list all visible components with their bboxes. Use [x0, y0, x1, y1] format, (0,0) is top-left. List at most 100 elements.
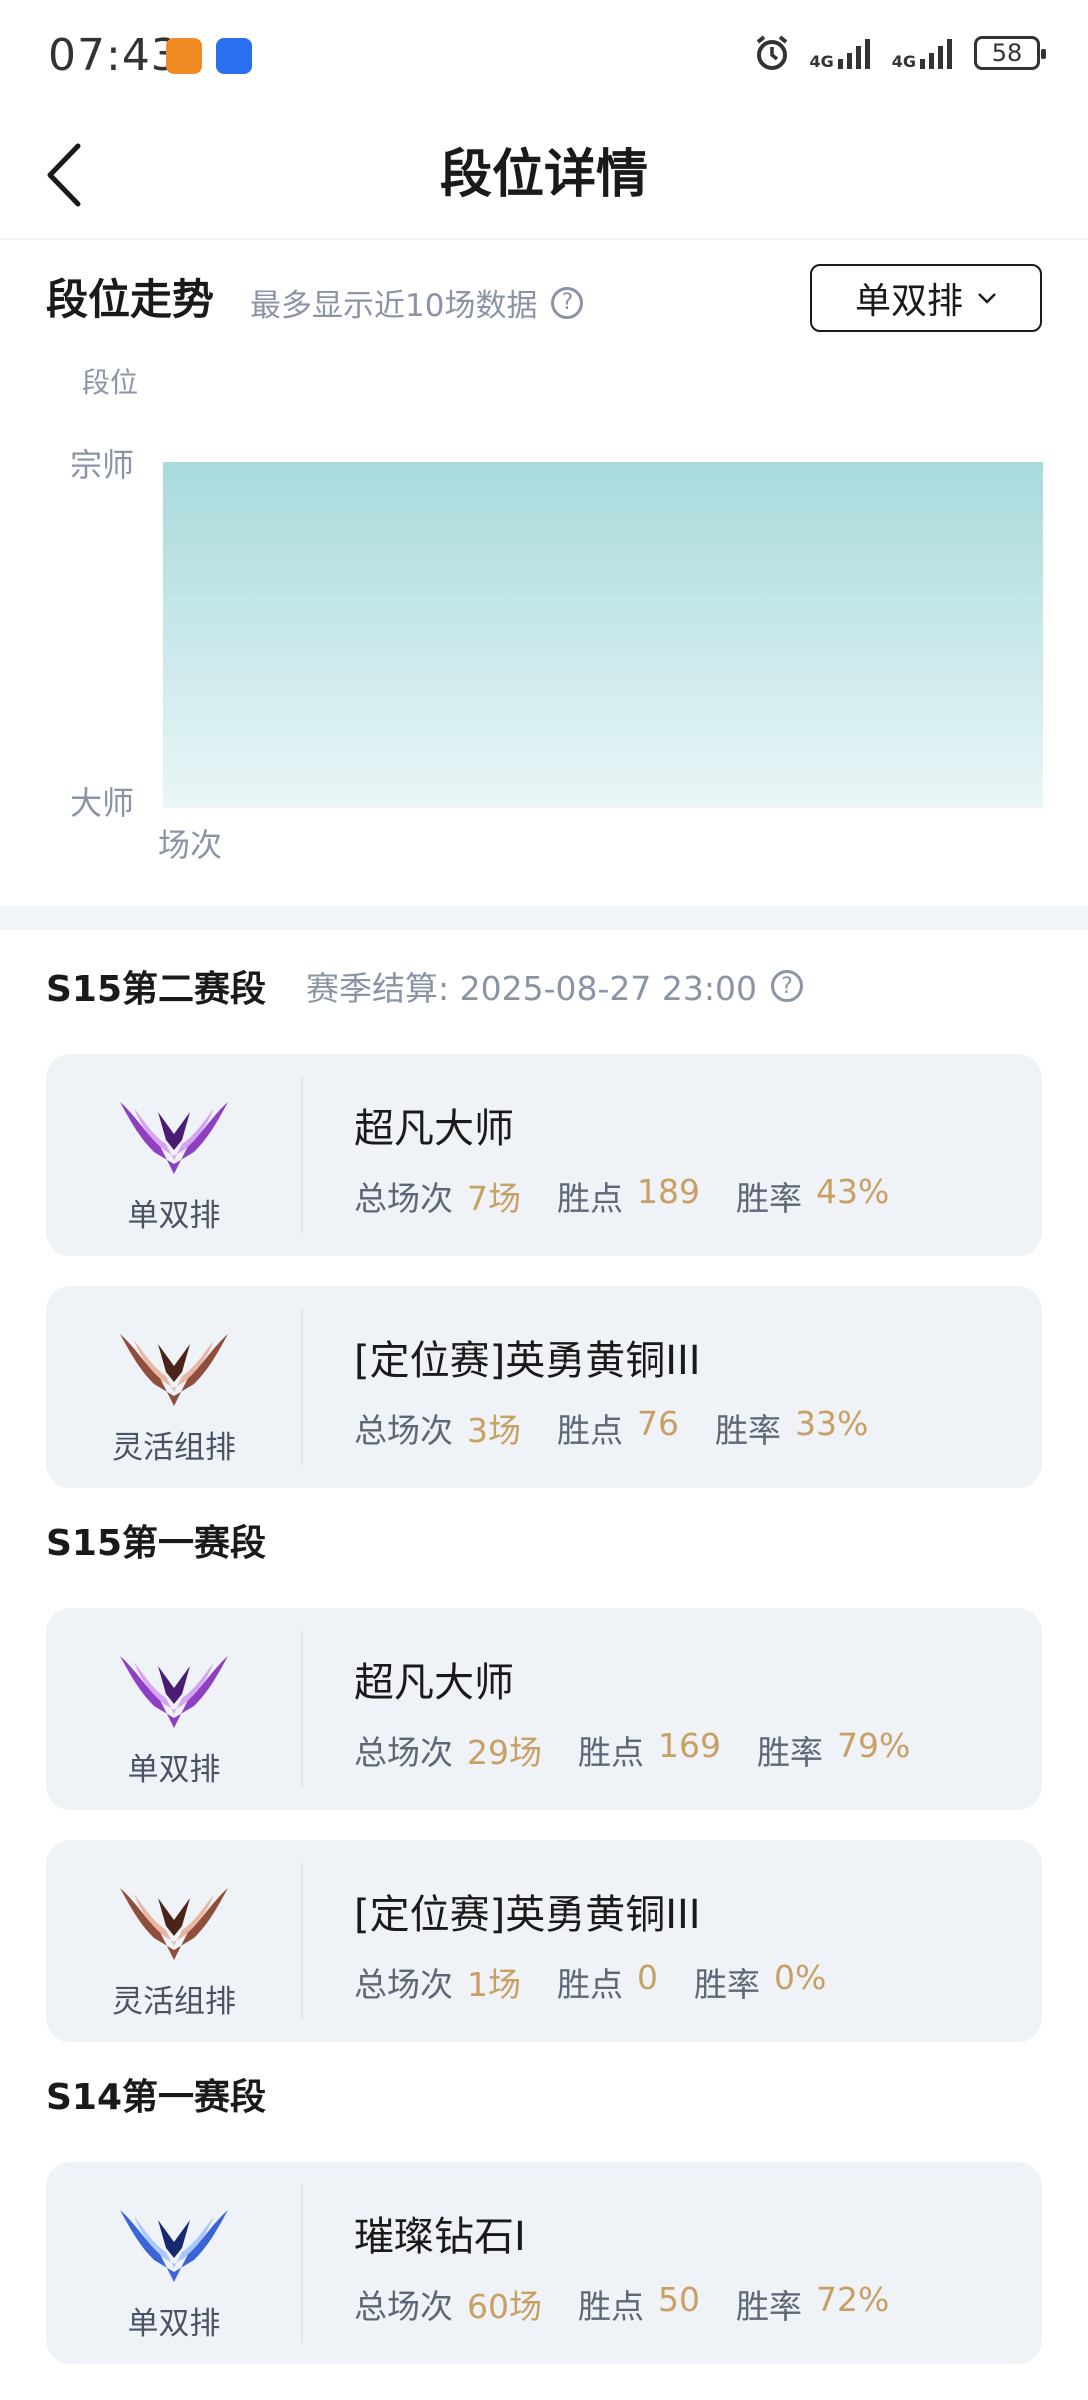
section-divider	[0, 906, 1088, 930]
season-title: S15第二赛段	[46, 969, 267, 1010]
rank-emblem-icon	[116, 1326, 232, 1410]
help-icon[interactable]: ?	[551, 286, 584, 319]
rank-card[interactable]: 灵活组排 [定位赛]英勇黄铜III 总场次 3场 胜点 76 胜率 33%	[46, 1286, 1042, 1488]
season-header: S14第一赛段	[46, 2068, 266, 2120]
lp-label: 胜点	[557, 1965, 623, 2004]
rank-card[interactable]: 灵活组排 [定位赛]英勇黄铜III 总场次 1场 胜点 0 胜率 0%	[46, 1840, 1042, 2042]
games-label: 总场次	[354, 2287, 453, 2326]
queue-selector-dropdown[interactable]: 单双排	[810, 264, 1042, 332]
rank-stats: 总场次 3场 胜点 76 胜率 33%	[354, 1404, 868, 1452]
area-fill	[163, 462, 1043, 808]
battery-indicator: 58	[974, 36, 1046, 70]
lp-label: 胜点	[578, 2287, 644, 2326]
games-value: 60场	[467, 2287, 542, 2326]
page-title: 段位详情	[439, 145, 648, 205]
rank-card[interactable]: 单双排 超凡大师 总场次 7场 胜点 189 胜率 43%	[46, 1054, 1042, 1256]
queue-type: 灵活组排	[112, 1430, 236, 1466]
card-divider	[301, 2184, 303, 2342]
notification-bulb-icon	[216, 38, 252, 74]
queue-type: 单双排	[127, 2306, 221, 2342]
winrate-label: 胜率	[757, 1733, 823, 1772]
winrate-value: 33%	[795, 1404, 869, 1443]
chevron-down-icon	[978, 293, 996, 304]
trend-hint-text: 最多显示近10场数据	[250, 288, 538, 324]
queue-selector-label: 单双排	[854, 281, 963, 322]
rank-stats: 总场次 7场 胜点 189 胜率 43%	[354, 1172, 889, 1220]
signal-bars-icon	[837, 39, 870, 69]
lp-value: 169	[658, 1726, 721, 1765]
rank-emblem-icon	[116, 1648, 232, 1732]
rank-name: [定位赛]英勇黄铜III	[354, 1338, 701, 1384]
rank-stats: 总场次 60场 胜点 50 胜率 72%	[354, 2280, 889, 2328]
alarm-icon	[757, 35, 788, 70]
games-value: 7场	[467, 1179, 521, 1218]
lp-label: 胜点	[557, 1411, 623, 1450]
games-label: 总场次	[354, 1411, 453, 1450]
status-bar: 07:43 4G 4G 58	[0, 0, 1088, 112]
rank-card-emblem-area: 单双排	[46, 1054, 302, 1256]
rank-emblem-icon	[116, 1880, 232, 1964]
queue-type: 单双排	[127, 1752, 221, 1788]
rank-card-emblem-area: 灵活组排	[46, 1286, 302, 1488]
card-divider	[301, 1862, 303, 2020]
rank-name: [定位赛]英勇黄铜III	[354, 1892, 701, 1938]
signal-1: 4G	[809, 37, 873, 70]
lp-label: 胜点	[557, 1179, 623, 1218]
winrate-value: 0%	[774, 1958, 827, 1997]
winrate-label: 胜率	[736, 1179, 802, 1218]
card-divider	[301, 1630, 303, 1788]
rank-card-emblem-area: 单双排	[46, 2162, 302, 2364]
x-axis-label: 场次	[158, 826, 222, 864]
rank-card-emblem-area: 灵活组排	[46, 1840, 302, 2042]
lp-value: 50	[658, 2280, 700, 2319]
games-label: 总场次	[354, 1965, 453, 2004]
lp-value: 76	[637, 1404, 679, 1443]
season-header: S15第一赛段	[46, 1514, 266, 1566]
rank-emblem-icon	[116, 1094, 232, 1178]
trend-hint: 最多显示近10场数据 ?	[250, 280, 584, 325]
lp-value: 189	[637, 1172, 700, 1211]
status-icons: 4G 4G 58	[753, 34, 1046, 72]
card-divider	[301, 1308, 303, 1466]
games-value: 29场	[467, 1733, 542, 1772]
notification-app-icon	[166, 38, 202, 74]
winrate-label: 胜率	[715, 1411, 781, 1450]
lp-label: 胜点	[578, 1733, 644, 1772]
season-header: S15第二赛段 赛季结算: 2025-08-27 23:00 ?	[46, 960, 804, 1012]
rank-stats: 总场次 29场 胜点 169 胜率 79%	[354, 1726, 910, 1774]
winrate-value: 43%	[816, 1172, 890, 1211]
rank-emblem-icon	[116, 2202, 232, 2286]
trend-title: 段位走势	[46, 275, 215, 324]
app-header: 段位详情	[0, 112, 1088, 240]
rank-name: 超凡大师	[354, 1660, 514, 1706]
rank-name: 璀璨钻石I	[354, 2214, 526, 2260]
winrate-label: 胜率	[736, 2287, 802, 2326]
rank-card-emblem-area: 单双排	[46, 1608, 302, 1810]
signal-2: 4G	[892, 37, 956, 70]
card-divider	[301, 1076, 303, 1234]
rank-trend-chart: 段位 宗师 大师 场次	[70, 366, 1043, 864]
y-tick-top: 宗师	[70, 446, 134, 484]
y-tick-bottom: 大师	[70, 784, 134, 822]
games-label: 总场次	[354, 1733, 453, 1772]
rank-stats: 总场次 1场 胜点 0 胜率 0%	[354, 1958, 826, 2006]
clock: 07:43	[48, 30, 180, 81]
games-value: 1场	[467, 1965, 521, 2004]
season-settlement-note: 赛季结算: 2025-08-27 23:00 ?	[306, 962, 804, 1010]
lp-value: 0	[637, 1958, 658, 1997]
queue-type: 单双排	[127, 1198, 221, 1234]
winrate-label: 胜率	[694, 1965, 760, 2004]
rank-card[interactable]: 单双排 璀璨钻石I 总场次 60场 胜点 50 胜率 72%	[46, 2162, 1042, 2364]
queue-type: 灵活组排	[112, 1984, 236, 2020]
signal-bars-icon	[920, 39, 952, 69]
season-settlement-text: 赛季结算: 2025-08-27 23:00	[306, 969, 758, 1008]
rank-card[interactable]: 单双排 超凡大师 总场次 29场 胜点 169 胜率 79%	[46, 1608, 1042, 1810]
y-axis-label: 段位	[82, 366, 138, 399]
help-icon[interactable]: ?	[771, 970, 804, 1002]
games-value: 3场	[467, 1411, 521, 1450]
season-title: S15第一赛段	[46, 1523, 267, 1564]
winrate-value: 79%	[837, 1726, 911, 1765]
season-title: S14第一赛段	[46, 2077, 267, 2118]
games-label: 总场次	[354, 1179, 453, 1218]
rank-name: 超凡大师	[354, 1106, 514, 1152]
